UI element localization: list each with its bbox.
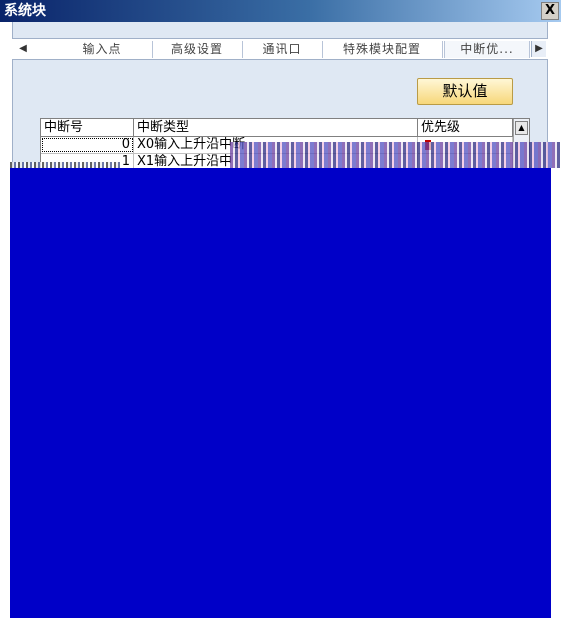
- table-header: 中断号 中断类型 优先级: [41, 119, 513, 137]
- tab-comm-port[interactable]: 通讯口: [242, 41, 323, 58]
- column-header-interrupt-number[interactable]: 中断号: [41, 119, 134, 136]
- triangle-up-icon[interactable]: ▲: [515, 121, 528, 135]
- tab-scroll-left-icon[interactable]: ◀: [16, 41, 30, 57]
- system-block-window: 系统块 X ◀ 输入点 高级设置 通讯口 特殊模块配置 中断优... ▶ 默认值…: [0, 0, 561, 618]
- default-values-button[interactable]: 默认值: [417, 78, 513, 105]
- tab-strip: ◀ 输入点 高级设置 通讯口 特殊模块配置 中断优... ▶: [12, 38, 548, 60]
- title-bar: 系统块 X: [0, 0, 561, 22]
- window-title: 系统块: [4, 3, 46, 19]
- interrupt-number-cell[interactable]: 0: [41, 137, 134, 153]
- tab-input-points[interactable]: 输入点: [52, 41, 153, 58]
- column-header-priority[interactable]: 优先级: [418, 119, 513, 136]
- blue-overlay-region: [10, 168, 551, 618]
- rendering-artifact: [230, 142, 560, 168]
- tab-interrupt-priority[interactable]: 中断优...: [444, 41, 530, 58]
- tab-scroll-right-icon[interactable]: ▶: [531, 41, 546, 57]
- column-header-interrupt-type[interactable]: 中断类型: [134, 119, 418, 136]
- tab-special-module-config[interactable]: 特殊模块配置: [322, 41, 443, 58]
- tab-advanced-settings[interactable]: 高级设置: [152, 41, 243, 58]
- close-icon[interactable]: X: [541, 2, 559, 20]
